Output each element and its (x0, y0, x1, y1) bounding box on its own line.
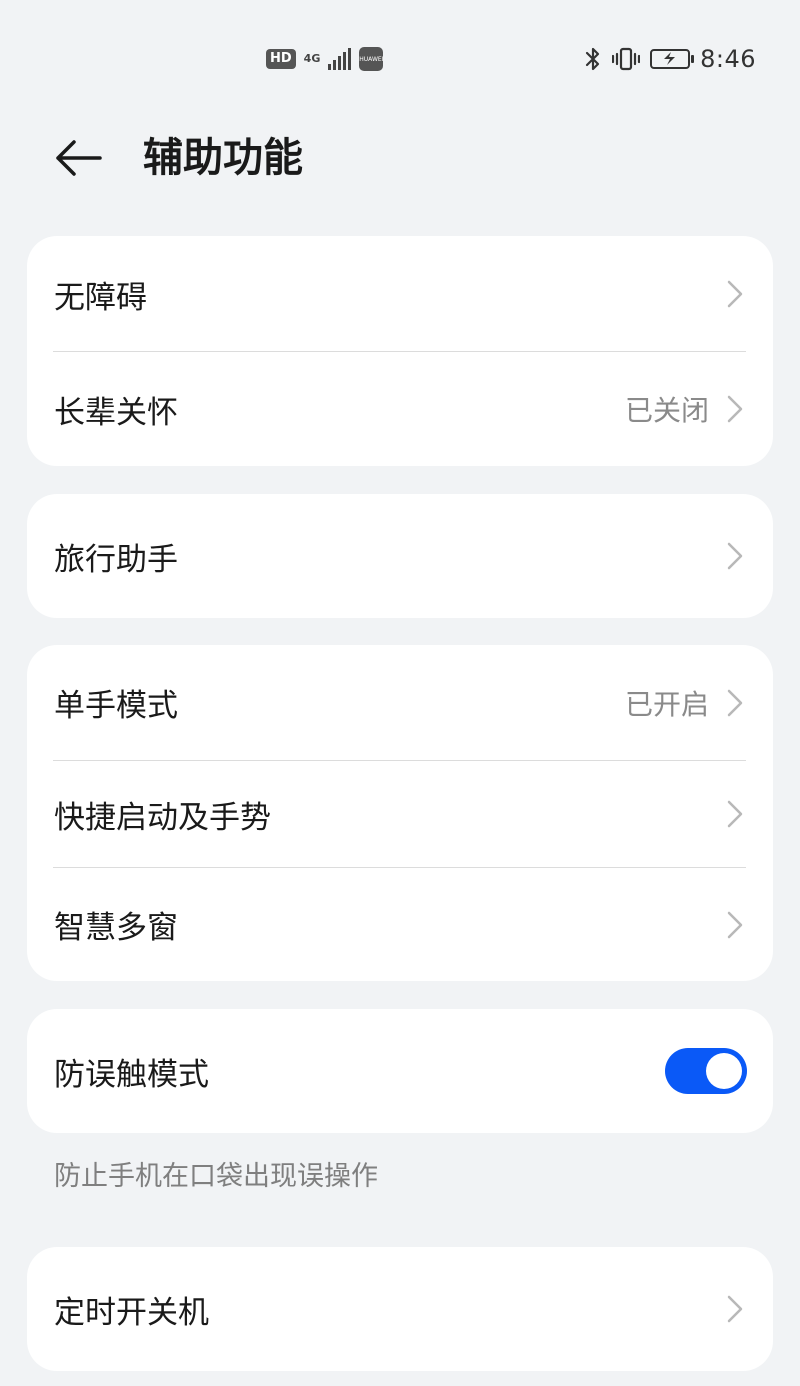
menu-item-label: 无障碍 (54, 279, 147, 316)
menu-item-accessibility[interactable]: 无障碍 (27, 236, 773, 352)
status-left-icons: HD 4G HUAWEI (266, 44, 383, 74)
chevron-right-icon (727, 395, 743, 423)
toggle-knob (706, 1053, 742, 1089)
vibrate-icon (612, 47, 641, 71)
menu-item-label: 长辈关怀 (54, 394, 178, 431)
chevron-right-icon (727, 689, 743, 716)
menu-item-label: 快捷启动及手势 (54, 799, 271, 836)
settings-group-3: 单手模式 已开启 快捷启动及手势 智慧多窗 (27, 645, 773, 981)
menu-item-status: 已关闭 (624, 394, 709, 427)
menu-item-label: 智慧多窗 (54, 910, 178, 946)
menu-item-label: 防误触模式 (54, 1056, 209, 1093)
chevron-right-icon (727, 1295, 743, 1323)
page-title: 辅助功能 (143, 135, 303, 181)
menu-item-label: 单手模式 (54, 688, 178, 724)
chevron-right-icon (727, 542, 743, 570)
battery-charging-icon (650, 49, 695, 69)
menu-item-shortcuts-gestures[interactable]: 快捷启动及手势 (27, 761, 773, 867)
accidental-touch-toggle[interactable] (665, 1048, 747, 1094)
settings-group-2: 旅行助手 (27, 494, 773, 618)
status-right-icons: 8:46 (584, 42, 756, 76)
settings-group-5: 定时开关机 (27, 1247, 773, 1371)
menu-item-scheduled-power[interactable]: 定时开关机 (27, 1247, 773, 1371)
huawei-app-icon: HUAWEI (359, 47, 383, 71)
page-header: 辅助功能 (0, 120, 800, 200)
menu-item-smart-multi-window[interactable]: 智慧多窗 (27, 868, 773, 981)
chevron-right-icon (727, 911, 743, 938)
menu-item-elder-care[interactable]: 长辈关怀 已关闭 (27, 352, 773, 466)
status-time: 8:46 (700, 45, 756, 73)
chevron-right-icon (727, 800, 743, 828)
settings-group-4: 防误触模式 (27, 1009, 773, 1133)
menu-item-status: 已开启 (624, 687, 709, 721)
menu-item-label: 旅行助手 (54, 541, 178, 578)
hd-icon: HD (266, 49, 296, 69)
bluetooth-icon (585, 47, 600, 71)
menu-item-travel-assistant[interactable]: 旅行助手 (27, 494, 773, 618)
accidental-touch-hint: 防止手机在口袋出现误操作 (54, 1161, 378, 1192)
menu-item-accidental-touch-mode: 防误触模式 (27, 1009, 773, 1133)
arrow-left-icon[interactable] (52, 134, 104, 182)
network-type-label: 4G (303, 52, 321, 65)
status-bar: HD 4G HUAWEI 8:46 (0, 0, 800, 120)
menu-item-label: 定时开关机 (54, 1294, 209, 1331)
settings-group-1: 无障碍 长辈关怀 已关闭 (27, 236, 773, 466)
chevron-right-icon (727, 280, 743, 308)
menu-item-one-handed-mode[interactable]: 单手模式 已开启 (27, 645, 773, 760)
signal-icon (328, 48, 352, 70)
